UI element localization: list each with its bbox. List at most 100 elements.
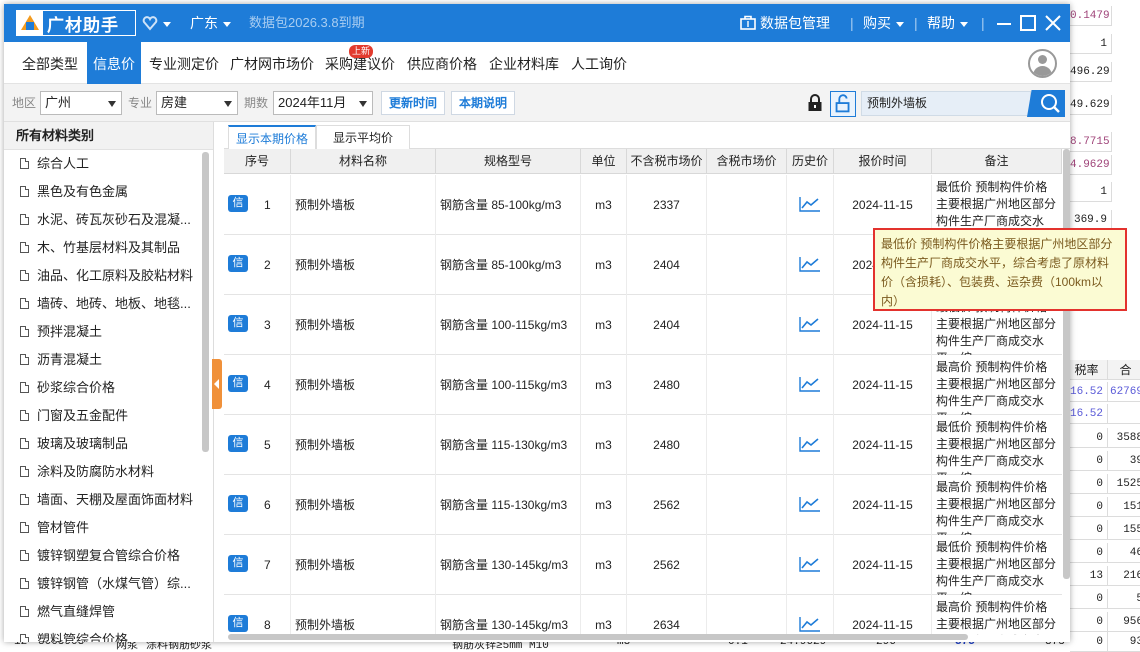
tab-labor-inquiry[interactable]: 人工询价 (565, 42, 633, 84)
column-header[interactable]: 历史价 (787, 149, 834, 174)
remark-cell[interactable]: 最高价 预制构件价格主要根据广州地区部分构件生产厂商成交水平，综... (932, 595, 1062, 635)
sheet-cell: 1 (1070, 182, 1112, 202)
buy-menu[interactable]: 购买 (863, 4, 904, 42)
table-row[interactable]: 信 4 预制外墙板 钢筋含量 100-115kg/m3 m3 2480 2024-11-15… (224, 355, 1062, 415)
history-price-cell (787, 595, 834, 635)
remark-cell[interactable]: 最低价 预制构件价格主要根据广州地区部分构件生产厂商成交水平，综... (932, 175, 1062, 235)
info-price-badge: 信 (228, 195, 248, 212)
sidebar-item[interactable]: 砂浆综合价格 (4, 374, 213, 402)
trend-chart-icon[interactable] (799, 436, 821, 452)
document-icon (20, 354, 29, 365)
history-price-cell (787, 175, 834, 235)
table-vertical-scrollbar[interactable] (1063, 149, 1070, 579)
chevron-down-icon (359, 101, 367, 107)
tab-average-price[interactable]: 显示平均价 (316, 125, 410, 149)
column-header[interactable]: 材料名称 (291, 149, 436, 174)
specialty-filter-select[interactable]: 房建 (156, 91, 238, 115)
region-filter-select[interactable]: 广州 (40, 91, 122, 115)
table-row[interactable]: 信 6 预制外墙板 钢筋含量 115-130kg/m3 m3 2562 2024-11-15… (224, 475, 1062, 535)
sidebar-item[interactable]: 墙砖、地砖、地板、地毯... (4, 290, 213, 318)
table-row[interactable]: 信 5 预制外墙板 钢筋含量 115-130kg/m3 m3 2480 2024-11-15… (224, 415, 1062, 475)
package-management-button[interactable]: 数据包管理 (740, 4, 830, 42)
region-select[interactable]: 广东 (190, 4, 231, 42)
sheet-cell: 13 (1070, 566, 1108, 586)
trend-chart-icon[interactable] (799, 376, 821, 392)
sidebar-item[interactable]: 镀锌钢塑复合管综合价格 (4, 542, 213, 570)
remark-cell[interactable]: 最低价 预制构件价格主要根据广州地区部分构件生产厂商成交水平，综... (932, 415, 1062, 475)
tab-info-price[interactable]: 信息价 (87, 42, 141, 84)
tab-purchase-suggestion[interactable]: 采购建议价 上新 (319, 42, 401, 84)
close-button[interactable] (1043, 13, 1063, 33)
sheet-bottom-row: 12 8005903 网浆 涂料钢筋砂浆 钢筋灰锌≥5mm M10 m3 0.1 24.962… (0, 642, 1140, 650)
avatar[interactable] (1028, 49, 1057, 78)
sidebar-item[interactable]: 管材管件 (4, 514, 213, 542)
table-row[interactable]: 信 1 预制外墙板 钢筋含量 85-100kg/m3 m3 2337 2024-11-15 最… (224, 175, 1062, 235)
tab-market-price[interactable]: 广材网市场价 (224, 42, 320, 84)
sidebar-item[interactable]: 墙面、天棚及屋面饰面材料 (4, 486, 213, 514)
sheet-cell: 8005903 (38, 642, 85, 648)
sidebar-item[interactable]: 油品、化工原料及胶粘材料 (4, 262, 213, 290)
remark-cell[interactable]: 最高价 预制构件价格主要根据广州地区部分构件生产厂商成交水平，综... (932, 475, 1062, 535)
column-header[interactable]: 序号 (224, 149, 291, 174)
unlock-icon[interactable] (830, 91, 856, 117)
update-time-button[interactable]: 更新时间 (381, 91, 445, 115)
spec-cell: 钢筋含量 115-130kg/m3 (436, 475, 581, 535)
column-header[interactable]: 备注 (932, 149, 1062, 174)
tab-professional-price[interactable]: 专业测定价 (143, 42, 225, 84)
sidebar-item[interactable]: 玻璃及玻璃制品 (4, 430, 213, 458)
price-cell: 2562 (627, 535, 707, 595)
sidebar-item[interactable]: 燃气直缝焊管 (4, 598, 213, 626)
period-filter-value: 2024年11月 (278, 95, 347, 110)
tab-current-price[interactable]: 显示本期价格 (228, 125, 316, 149)
sidebar-item[interactable]: 水泥、砖瓦灰砂石及混凝... (4, 206, 213, 234)
column-header[interactable]: 不含税市场价 (627, 149, 707, 174)
sidebar-item[interactable]: 涂料及防腐防水材料 (4, 458, 213, 486)
trend-chart-icon[interactable] (799, 256, 821, 272)
period-note-button[interactable]: 本期说明 (451, 91, 515, 115)
info-price-badge: 信 (228, 555, 248, 572)
column-header[interactable]: 规格型号 (436, 149, 581, 174)
column-header[interactable]: 报价时间 (834, 149, 932, 174)
collapse-sidebar-handle[interactable] (212, 359, 222, 409)
minimize-button[interactable] (994, 13, 1014, 33)
search-input[interactable]: 预制外墙板 (861, 91, 1031, 116)
unit-cell: m3 (581, 535, 627, 595)
row-number-cell: 信4 (224, 355, 291, 415)
sidebar-item[interactable]: 预拌混凝土 (4, 318, 213, 346)
period-filter-select[interactable]: 2024年11月 (273, 91, 373, 115)
table-row[interactable]: 信 8 预制外墙板 钢筋含量 130-145kg/m3 m3 2634 2024-11-15… (224, 595, 1062, 635)
tab-all-types[interactable]: 全部类型 (16, 42, 84, 84)
sidebar-item[interactable]: 木、竹基层材料及其制品 (4, 234, 213, 262)
trend-chart-icon[interactable] (799, 616, 821, 632)
column-header[interactable]: 含税市场价 (707, 149, 787, 174)
help-menu[interactable]: 帮助 (927, 4, 968, 42)
sidebar-item[interactable]: 镀锌钢管（水煤气管）综... (4, 570, 213, 598)
chevron-down-icon (896, 21, 904, 27)
table-horizontal-scrollbar[interactable] (228, 634, 968, 640)
sidebar-item[interactable]: 塑料管综合价格 (4, 626, 213, 642)
vip-badge[interactable] (142, 4, 171, 42)
document-icon (20, 410, 29, 421)
tab-enterprise-library[interactable]: 企业材料库 (483, 42, 565, 84)
sidebar-item[interactable]: 门窗及五金配件 (4, 402, 213, 430)
maximize-button[interactable] (1018, 13, 1038, 33)
sidebar-item[interactable]: 综合人工 (4, 150, 213, 178)
row-number-cell: 信2 (224, 235, 291, 295)
trend-chart-icon[interactable] (799, 316, 821, 332)
trend-chart-icon[interactable] (799, 496, 821, 512)
name-cell: 预制外墙板 (291, 475, 436, 535)
trend-chart-icon[interactable] (799, 196, 821, 212)
sidebar-item[interactable]: 沥青混凝土 (4, 346, 213, 374)
sidebar-item-label: 砂浆综合价格 (37, 380, 116, 395)
lock-icon[interactable] (807, 94, 823, 112)
column-header[interactable]: 单位 (581, 149, 627, 174)
tab-supplier-price[interactable]: 供应商价格 (401, 42, 483, 84)
table-row[interactable]: 信 7 预制外墙板 钢筋含量 130-145kg/m3 m3 2562 2024-11-15… (224, 535, 1062, 595)
sidebar-item[interactable]: 黑色及有色金属 (4, 178, 213, 206)
trend-chart-icon[interactable] (799, 556, 821, 572)
remark-cell[interactable]: 最低价 预制构件价格主要根据广州地区部分构件生产厂商成交水平，综... (932, 535, 1062, 595)
document-icon (20, 606, 29, 617)
remark-cell[interactable]: 最高价 预制构件价格主要根据广州地区部分构件生产厂商成交水平，综... (932, 355, 1062, 415)
sidebar-scrollbar[interactable] (202, 152, 209, 452)
search-button[interactable] (1027, 90, 1065, 117)
